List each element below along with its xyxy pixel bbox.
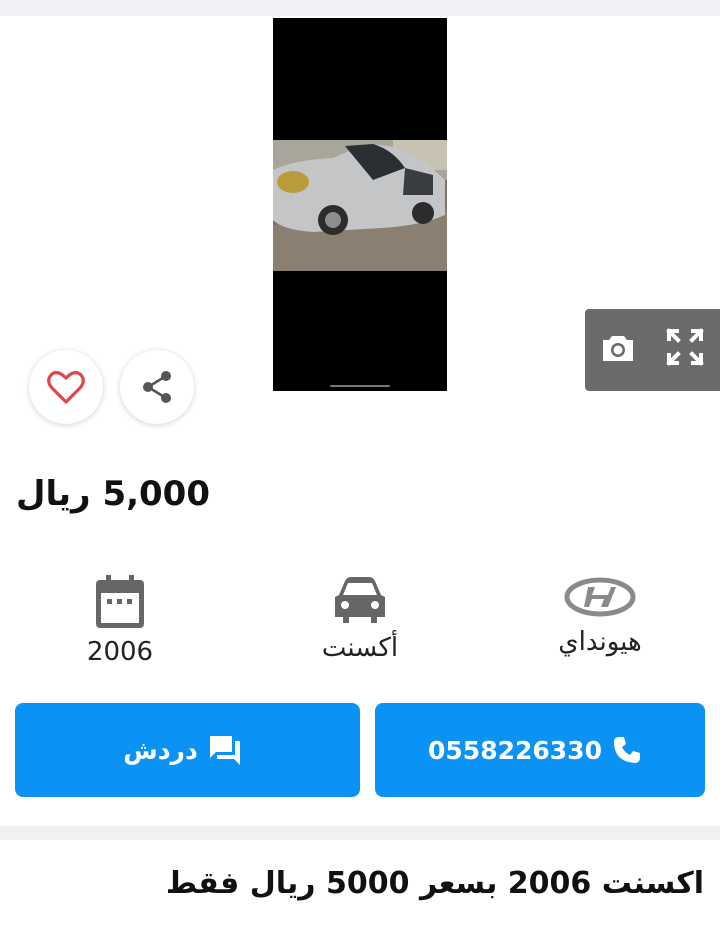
car-photo [273,140,447,271]
car-icon [335,577,385,623]
share-icon [143,371,171,403]
spec-year-value: 2006 [86,637,154,667]
listing-description: اكسنت 2006 بسعر 5000 ريال فقط [165,866,704,901]
price-value: 5,000 [102,474,210,514]
favorite-button[interactable] [29,350,103,424]
phone-number: 0558226330 [428,735,602,765]
spec-year: 2006 [30,575,210,667]
image-gallery[interactable] [0,16,720,396]
home-indicator [330,385,390,387]
top-bar [0,0,720,16]
spec-model: أكسنت [270,575,450,663]
media-controls [585,309,720,391]
section-divider [0,826,720,840]
chat-button-label: دردش [123,735,198,765]
phone-icon [613,737,640,763]
price-currency: ريال [16,474,91,514]
spec-brand-value: هيونداي [558,627,642,657]
chat-button[interactable]: دردش [15,703,360,797]
expand-icon[interactable] [665,327,705,367]
spec-brand: هيونداي [510,575,690,657]
hyundai-logo-icon [564,577,636,617]
camera-icon[interactable] [601,333,635,363]
calendar-icon [96,575,144,628]
spec-model-value: أكسنت [321,633,399,663]
chat-icon [209,736,240,765]
listing-photo[interactable] [273,18,447,391]
share-button[interactable] [120,350,194,424]
price: 5,000 ريال [16,474,210,534]
call-button[interactable]: 0558226330 [375,703,705,797]
heart-outline-icon [47,371,85,404]
